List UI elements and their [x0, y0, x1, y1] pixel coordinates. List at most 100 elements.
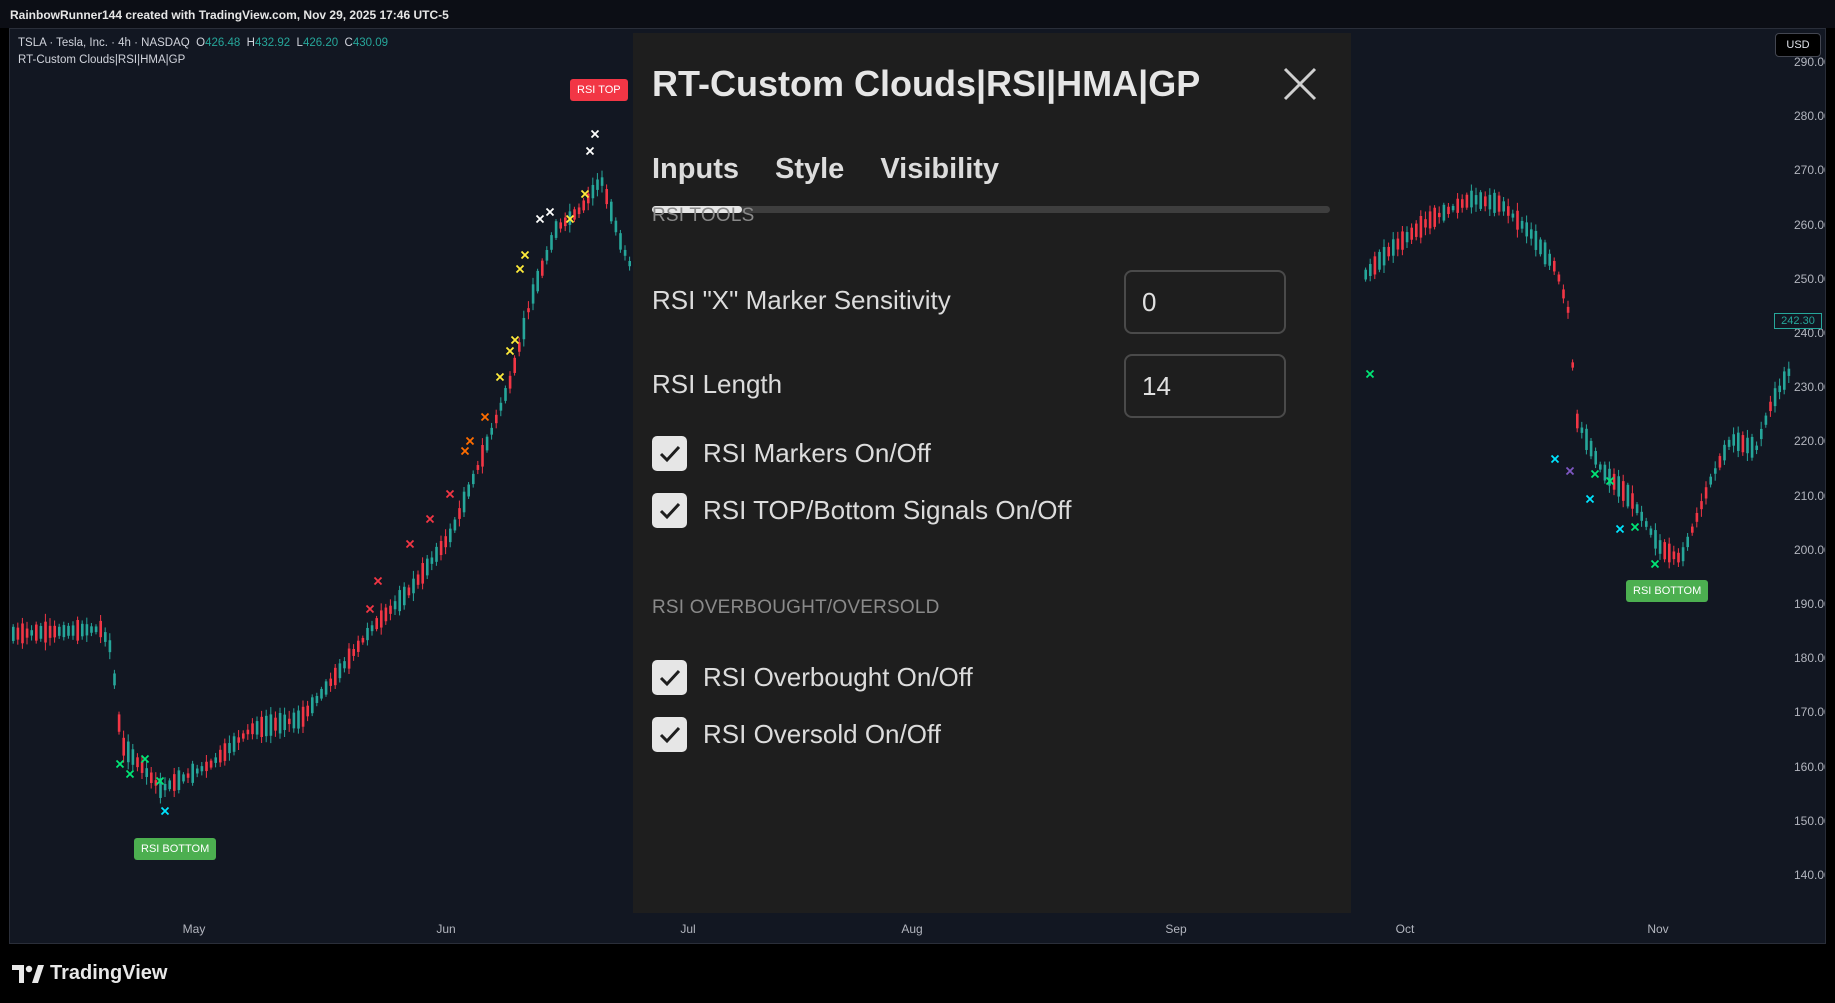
checkbox[interactable] — [652, 717, 687, 752]
checkmark-icon — [659, 669, 680, 686]
candle-body — [1539, 239, 1542, 255]
candle-body — [522, 317, 526, 340]
sensitivity-input[interactable] — [1124, 270, 1286, 334]
candle-body — [1700, 501, 1703, 510]
brand-name: TradingView — [50, 962, 168, 984]
candle-body — [85, 624, 89, 636]
attribution-text: RainbowRunner144 created with TradingVie… — [10, 8, 449, 22]
candle-body — [1562, 289, 1565, 299]
rsi-x-marker — [1585, 494, 1595, 504]
candle-body — [554, 221, 558, 238]
candle-body — [541, 260, 544, 276]
candle-body — [1585, 428, 1588, 450]
price-axis-label: 190.00 — [1794, 597, 1825, 611]
candle-body — [25, 628, 29, 638]
checkmark-icon — [659, 502, 680, 519]
candle-body — [62, 625, 66, 638]
candle-body — [508, 375, 512, 389]
tab-inputs[interactable]: Inputs — [652, 153, 739, 186]
candle-body — [1484, 196, 1487, 207]
symbol-legend-row[interactable]: TSLA · Tesla, Inc. · 4h · NASDAQ O426.48… — [18, 35, 388, 52]
candle-body — [1727, 439, 1731, 447]
candle-body — [12, 626, 15, 641]
chart-legend: TSLA · Tesla, Inc. · 4h · NASDAQ O426.48… — [18, 35, 388, 69]
rsi-markers-label: RSI Markers On/Off — [703, 438, 931, 468]
candle-body — [1622, 481, 1625, 501]
candle-body — [1364, 269, 1367, 280]
candle-body — [458, 508, 461, 519]
candle-body — [1599, 464, 1602, 470]
rsi-oversold-toggle[interactable]: RSI Oversold On/Off — [652, 717, 941, 752]
checkbox[interactable] — [652, 493, 687, 528]
price-axis-label: 200.00 — [1794, 542, 1825, 557]
candle-body — [1640, 511, 1643, 521]
candle-body — [623, 249, 627, 256]
candle-body — [1769, 401, 1772, 412]
candle-body — [1470, 190, 1473, 208]
indicator-legend[interactable]: RT-Custom Clouds|RSI|HMA|GP — [18, 52, 388, 69]
candle-body — [1737, 432, 1740, 451]
checkbox[interactable] — [652, 660, 687, 695]
candle-body — [1589, 440, 1593, 457]
candle-body — [628, 260, 631, 267]
candle-body — [591, 184, 595, 199]
candle-body — [99, 620, 102, 638]
rsi-x-marker — [515, 264, 525, 274]
candle-body — [214, 757, 217, 763]
rsi-x-marker — [585, 146, 595, 156]
candle-body — [278, 713, 282, 734]
candle-body — [1479, 192, 1482, 209]
candle-body — [329, 678, 332, 686]
candle-body — [545, 249, 549, 261]
section-rsi-tools: RSI TOOLS — [652, 205, 755, 226]
candle-body — [71, 625, 75, 636]
candle-body — [260, 716, 263, 738]
price-axis[interactable]: 290.00280.00270.00260.00250.00240.00230.… — [1794, 29, 1825, 943]
rsi-x-marker — [373, 576, 383, 586]
candle-body — [177, 770, 181, 791]
rsi-x-marker — [1650, 559, 1660, 569]
tab-style[interactable]: Style — [775, 153, 844, 186]
candle-body — [320, 688, 323, 699]
candle-body — [1612, 473, 1616, 490]
candle-body — [1497, 195, 1501, 212]
rsi-x-marker — [495, 372, 505, 382]
time-axis-label: Nov — [1647, 922, 1669, 936]
rsi-signals-toggle[interactable]: RSI TOP/Bottom Signals On/Off — [652, 493, 1072, 528]
rsi-x-marker — [465, 436, 475, 446]
candle-body — [196, 768, 199, 774]
candle-body — [531, 284, 535, 304]
candle-body — [1580, 427, 1584, 433]
candle-body — [117, 714, 121, 732]
rsi-markers-toggle[interactable]: RSI Markers On/Off — [652, 436, 931, 471]
candle-body — [301, 706, 305, 727]
price-axis-label: 230.00 — [1794, 380, 1825, 395]
checkbox[interactable] — [652, 436, 687, 471]
candle-body — [1424, 219, 1427, 228]
tab-visibility[interactable]: Visibility — [880, 153, 999, 186]
tradingview-logo[interactable]: TradingView — [12, 962, 167, 985]
candle-body — [1617, 476, 1620, 497]
candle-body — [1465, 194, 1469, 208]
rsi-x-marker — [480, 412, 490, 422]
currency-button[interactable]: USD — [1775, 33, 1821, 57]
checkmark-icon — [659, 445, 680, 462]
rsi-overbought-label: RSI Overbought On/Off — [703, 662, 973, 692]
candle-body — [1778, 385, 1781, 393]
footer — [0, 944, 1835, 1003]
price-axis-label: 150.00 — [1794, 813, 1825, 828]
candle-body — [610, 201, 613, 222]
rsi-bottom-signal: RSI BOTTOM — [134, 838, 217, 860]
rsi-overbought-toggle[interactable]: RSI Overbought On/Off — [652, 660, 973, 695]
high-value: 432.92 — [254, 37, 291, 49]
close-icon[interactable] — [1283, 67, 1317, 101]
tradingview-logo-icon — [12, 964, 44, 983]
candle-body — [1760, 428, 1763, 440]
candle-body — [462, 491, 466, 513]
candle-body — [1704, 487, 1708, 499]
rsi-length-input[interactable] — [1124, 354, 1286, 418]
candle-body — [232, 736, 236, 752]
rsi-x-marker — [445, 489, 455, 499]
rsi-x-marker — [505, 346, 515, 356]
candle-body — [439, 541, 443, 556]
